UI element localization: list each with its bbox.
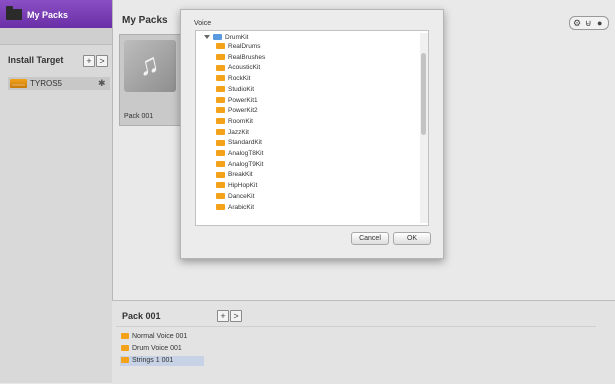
folder-icon	[216, 86, 225, 93]
folder-icon	[216, 64, 225, 71]
list-item[interactable]: Normal Voice 001	[121, 332, 187, 342]
voice-icon	[121, 345, 129, 352]
cart-icon[interactable]: ⊌	[585, 17, 592, 29]
tree-item[interactable]: AnalogT9Kit	[216, 161, 263, 169]
install-target-label: Install Target	[8, 55, 64, 65]
list-item-label: Strings 1 001	[132, 357, 174, 364]
tree-item[interactable]: HipHopKit	[216, 182, 257, 190]
pack-artwork: ♫	[124, 40, 176, 92]
folder-icon	[213, 34, 222, 41]
folder-icon	[216, 203, 225, 210]
tree-item[interactable]: RoomKit	[216, 118, 253, 126]
tree-item-label: RealDrums	[228, 43, 261, 50]
scrollbar-thumb[interactable]	[421, 53, 426, 135]
voice-icon	[121, 357, 129, 364]
add-voice-button[interactable]: +	[217, 310, 229, 322]
scrollbar[interactable]	[420, 33, 428, 223]
music-note-icon: ♫	[134, 47, 162, 82]
tree-item[interactable]: PowerKit1	[216, 97, 258, 105]
tree-item[interactable]: RockKit	[216, 75, 250, 83]
tree-item-label: StudioKit	[228, 85, 255, 93]
tree-item[interactable]: AcousticKit	[216, 64, 260, 72]
tree-item-label: AnalogT8Kit	[228, 150, 264, 157]
tree-item[interactable]: StandardKit	[216, 139, 262, 147]
next-target-button[interactable]: >	[96, 55, 108, 67]
tree-item-label: RoomKit	[228, 117, 253, 125]
toolbar-icons: ⚙ ⊌ ●	[569, 16, 609, 30]
tree-item-label: PowerKit2	[228, 107, 258, 115]
tree-item[interactable]: JazzKit	[216, 129, 249, 137]
tree-item-label: AcousticKit	[228, 64, 261, 72]
list-item-label: Normal Voice 001	[132, 333, 188, 340]
folder-icon	[216, 53, 225, 60]
list-item[interactable]: Strings 1 001	[121, 356, 173, 366]
ok-button[interactable]: OK	[393, 232, 431, 245]
tree-item[interactable]: DanceKit	[216, 193, 254, 201]
tree-item[interactable]: BreakKit	[216, 171, 253, 179]
voice-icon	[121, 333, 129, 340]
folder-icon	[216, 43, 225, 50]
voice-dialog: Voice DrumKit RealDrums RealBrushes Acoust…	[180, 9, 444, 259]
page-title: My Packs	[122, 15, 168, 26]
voice-tree[interactable]: DrumKit RealDrums RealBrushes AcousticKit R…	[195, 30, 429, 226]
folder-icon	[216, 96, 225, 103]
folder-icon	[216, 75, 225, 82]
sidebar-item-tyros5[interactable]: TYROS5 ✱	[8, 77, 110, 90]
dialog-title: Voice	[194, 20, 212, 27]
my-packs-nav[interactable]: My Packs	[0, 0, 112, 28]
tree-item[interactable]: ArabicKit	[216, 204, 254, 212]
device-label: TYROS5	[30, 79, 63, 88]
folder-icon	[216, 128, 225, 135]
pack-caption: Pack 001	[124, 113, 154, 120]
pack-tile[interactable]: ♫ Pack 001	[119, 34, 183, 126]
list-item-label: Drum Voice 001	[132, 345, 182, 352]
tree-item-label: BreakKit	[228, 171, 253, 179]
folder-icon	[216, 139, 225, 146]
tree-item-label: JazzKit	[228, 128, 249, 136]
tree-item[interactable]: RealBrushes	[216, 54, 265, 62]
folder-icon	[216, 171, 225, 178]
gear-icon[interactable]: ✱	[98, 78, 106, 89]
keyboard-icon	[10, 79, 27, 88]
folder-icon	[216, 150, 225, 157]
tree-root-label: DrumKit	[225, 34, 249, 41]
disclosure-triangle-icon[interactable]	[204, 35, 210, 40]
tree-root[interactable]: DrumKit	[204, 34, 248, 42]
folder-icon	[216, 182, 225, 189]
tree-item-label: ArabicKit	[228, 203, 255, 211]
tree-item-label: DanceKit	[228, 192, 255, 200]
tree-item-label: StandardKit	[228, 139, 262, 147]
folder-icon	[216, 107, 225, 114]
divider	[116, 326, 596, 327]
my-packs-nav-label: My Packs	[27, 10, 69, 20]
tree-item-label: RockKit	[228, 75, 251, 83]
tree-item[interactable]: StudioKit	[216, 86, 254, 94]
folder-icon	[216, 160, 225, 167]
tree-item-label: HipHopKit	[228, 182, 258, 190]
tree-item-label: RealBrushes	[228, 53, 266, 61]
info-icon[interactable]: ●	[597, 17, 602, 29]
folder-icon	[6, 6, 22, 20]
next-voice-button[interactable]: >	[230, 310, 242, 322]
cancel-button[interactable]: Cancel	[351, 232, 389, 245]
pack-detail-panel	[112, 300, 615, 384]
pack-detail-title: Pack 001	[122, 311, 161, 321]
tree-item-label: AnalogT9Kit	[228, 160, 264, 168]
gear-icon[interactable]: ⚙	[573, 17, 581, 29]
list-item[interactable]: Drum Voice 001	[121, 344, 182, 354]
folder-icon	[216, 118, 225, 125]
tree-item-label: PowerKit1	[228, 96, 258, 104]
tree-item[interactable]: PowerKit2	[216, 107, 258, 115]
tree-item[interactable]: AnalogT8Kit	[216, 150, 263, 158]
folder-icon	[216, 193, 225, 200]
tree-item[interactable]: RealDrums	[216, 43, 261, 51]
sidebar-band	[0, 28, 112, 45]
add-target-button[interactable]: +	[83, 55, 95, 67]
